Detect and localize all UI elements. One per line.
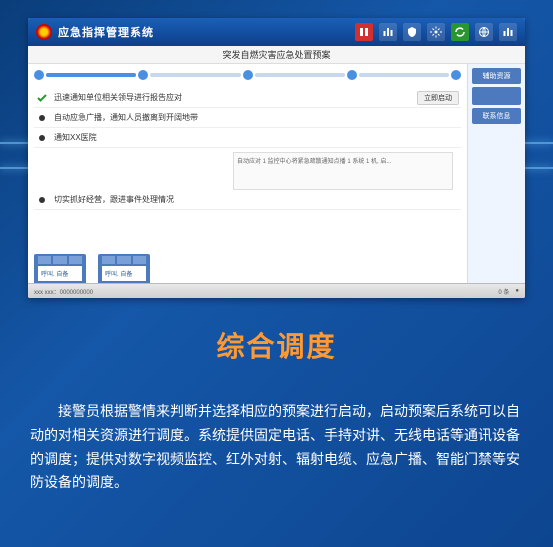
app-title: 应急指挥管理系统 [58,24,355,40]
page-subtitle: 突发自燃灾害应急处置预案 [28,46,525,64]
bottom-tab-label: 呼叫. 自备 [102,266,146,281]
task-label: 通知XX医院 [54,132,459,143]
bullet-icon [39,197,45,203]
progress-step[interactable] [150,73,240,77]
app-header: 应急指挥管理系统 [28,18,525,46]
progress-dot-icon [138,70,148,80]
bottom-tab-label: 呼叫. 自备 [38,266,82,281]
stats-icon[interactable] [379,23,397,41]
progress-dot-icon [34,70,44,80]
progress-dot-icon [347,70,357,80]
chart-icon[interactable] [499,23,517,41]
progress-step[interactable] [255,73,345,77]
side-tab[interactable]: 辅助资源 [472,68,521,84]
bullet-icon [39,135,45,141]
progress-dot-icon [243,70,253,80]
detail-textarea[interactable]: 自动应对 1 监控中心将紧急疏散通知点播 1 系统 1 机, 启... [233,152,453,190]
app-logo-icon [36,24,52,40]
bottom-tab[interactable]: 呼叫. 自备 [34,254,86,283]
task-row[interactable]: 通知XX医院 [34,128,461,148]
page-title: 综合调度 [0,325,553,365]
task-label: 切实抓好经营，跟进事件处理情况 [54,194,459,205]
task-row[interactable]: 自动应急广播，通知人员撤离到开阔地带 [34,108,461,128]
status-dot-icon: ● [515,288,519,294]
app-window: 应急指挥管理系统 突发自燃灾害应急处置预案 [28,18,525,298]
bottom-tab[interactable]: 呼叫. 自备 [98,254,150,283]
progress-step[interactable] [46,73,136,77]
shield-icon[interactable] [403,23,421,41]
side-tab[interactable] [472,87,521,105]
status-bar: xxx xxx：0000000000 0 条 ● [28,283,525,298]
task-label: 迅速通知单位相关领导进行报告应对 [54,92,411,103]
side-panel: 辅助资源 联系信息 [467,64,525,283]
check-icon [36,92,48,104]
progress-dot-icon [451,70,461,80]
globe-icon[interactable] [475,23,493,41]
task-row[interactable]: 迅速通知单位相关领导进行报告应对 立即启动 [34,88,461,108]
alert-icon[interactable] [355,23,373,41]
refresh-icon[interactable] [451,23,469,41]
side-tab[interactable]: 联系信息 [472,108,521,124]
task-label: 自动应急广播，通知人员撤离到开阔地带 [54,112,459,123]
gear-icon[interactable] [427,23,445,41]
status-left: xxx xxx：0000000000 [34,287,93,296]
progress-step[interactable] [359,73,449,77]
progress-steps [34,68,461,82]
bullet-icon [39,115,45,121]
main-panel: 迅速通知单位相关领导进行报告应对 立即启动 自动应急广播，通知人员撤离到开阔地带… [28,64,467,283]
task-row[interactable]: 切实抓好经营，跟进事件处理情况 [34,190,461,210]
page-description: 接警员根据警情来判断并选择相应的预案进行启动，启动预案后系统可以自动的对相关资源… [30,400,523,495]
status-right: 0 条 [498,287,509,296]
task-action-button[interactable]: 立即启动 [417,91,459,105]
